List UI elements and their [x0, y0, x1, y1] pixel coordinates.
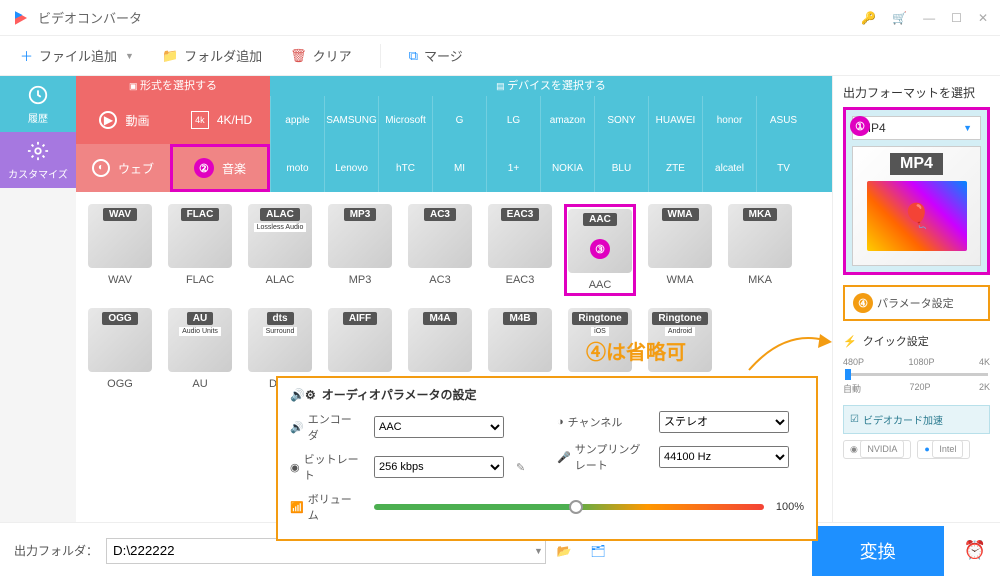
intel-badge: ● Intel [917, 440, 970, 459]
brand-apple[interactable]: apple [270, 96, 324, 144]
output-folder-label: 出力フォルダ： [14, 542, 98, 559]
brand-asus[interactable]: ASUS [756, 96, 810, 144]
samplerate-label: 🎤 サンプリングレート [557, 441, 647, 473]
resolution-slider[interactable]: 480P 1080P 4K 自動 720P 2K [843, 357, 990, 395]
brand-microsoft[interactable]: Microsoft [378, 96, 432, 144]
category-web[interactable]: ◐ウェブ [76, 144, 170, 192]
gear-icon [27, 140, 49, 162]
quick-settings: ⚡クイック設定 480P 1080P 4K 自動 720P 2K [843, 333, 990, 395]
maximize-button[interactable]: ☐ [951, 11, 962, 25]
gpu-badges: ◉ NVIDIA ● Intel [843, 440, 990, 459]
audio-params-panel: 🔊⚙ オーディオパラメータの設定 🔊 エンコーダ AAC ◉ ビットレート 25… [276, 376, 818, 541]
checkbox-icon: ☑ [850, 414, 859, 425]
format-mp3[interactable]: MP3MP3 [324, 204, 396, 296]
category-4k[interactable]: 4k4K/HD [173, 96, 270, 144]
sidebar: 履歴 カスタマイズ [0, 76, 76, 522]
category-music[interactable]: ② 音楽 [170, 144, 270, 192]
merge-button[interactable]: ⧉マージ [409, 46, 463, 65]
format-mka[interactable]: MKAMKA [724, 204, 796, 296]
step-2-badge: ② [194, 158, 214, 178]
brand-lenovo[interactable]: Lenovo [324, 144, 378, 192]
step-3-badge: ③ [590, 239, 610, 259]
format-alac[interactable]: ALACLossless AudioALAC [244, 204, 316, 296]
chevron-down-icon: ▼ [963, 123, 972, 133]
brand-samsung[interactable]: SAMSUNG [324, 96, 378, 144]
clear-button[interactable]: 🗑クリア [290, 46, 352, 65]
channel-label: ◑ チャンネル [557, 414, 647, 430]
gpu-acceleration-toggle[interactable]: ☑ ビデオカード加速 [843, 405, 990, 434]
speaker-gear-icon: 🔊⚙ [290, 388, 316, 402]
encoder-select[interactable]: AAC [374, 416, 504, 438]
edit-bitrate-icon[interactable]: ✎ [516, 461, 525, 474]
format-grid: WAVWAVFLACFLACALACLossless AudioALACMP3M… [76, 192, 832, 402]
format-flac[interactable]: FLACFLAC [164, 204, 236, 296]
brand-alcatel[interactable]: alcatel [702, 144, 756, 192]
annotation-4-optional: ④は省略可 [586, 336, 686, 365]
bitrate-label: ◉ ビットレート [290, 451, 362, 483]
nvidia-badge: ◉ NVIDIA [843, 440, 911, 459]
bitrate-select[interactable]: 256 kbps [374, 456, 504, 478]
brand-moto[interactable]: moto [270, 144, 324, 192]
tab-device[interactable]: ▤ デバイスを選択する [270, 76, 832, 96]
add-file-button[interactable]: ＋ファイル追加▼ [20, 46, 134, 65]
open-folder-button[interactable]: 📂 [551, 538, 577, 564]
brand-htc[interactable]: hTC [378, 144, 432, 192]
cart-icon[interactable]: 🛒 [892, 11, 907, 25]
format-eac3[interactable]: EAC3EAC3 [484, 204, 556, 296]
param-settings-button[interactable]: ④ パラメータ設定 [843, 285, 990, 321]
brand-grid: appleSAMSUNGMicrosoftGLGamazonSONYHUAWEI… [270, 96, 832, 192]
format-wav[interactable]: WAVWAV [84, 204, 156, 296]
audio-params-title: 🔊⚙ オーディオパラメータの設定 [290, 386, 804, 403]
convert-button[interactable]: 変換 [812, 526, 944, 576]
format-aac[interactable]: AAC③AAC [564, 204, 636, 296]
brand-sony[interactable]: SONY [594, 96, 648, 144]
key-icon[interactable]: 🔑 [861, 11, 876, 25]
titlebar: ビデオコンバータ 🔑 🛒 — ☐ ✕ [0, 0, 1000, 36]
minimize-button[interactable]: — [923, 11, 935, 25]
format-ac3[interactable]: AC3AC3 [404, 204, 476, 296]
format-au[interactable]: AUAudio UnitsAU [164, 308, 236, 390]
tab-format[interactable]: ▣ 形式を選択する [76, 76, 270, 96]
volume-label: 📶 ボリューム [290, 491, 362, 523]
bolt-icon: ⚡ [843, 335, 857, 348]
brand-honor[interactable]: honor [702, 96, 756, 144]
toolbar: ＋ファイル追加▼ 📁フォルダ追加 🗑クリア ⧉マージ [0, 36, 1000, 76]
left-panel: ▣ 形式を選択する ▶動画 4k4K/HD ◐ウェブ ② 音楽 ▤ デバイス [76, 76, 832, 522]
volume-value: 100% [776, 501, 804, 513]
step-4-badge: ④ [853, 293, 873, 313]
format-wma[interactable]: WMAWMA [644, 204, 716, 296]
volume-slider[interactable] [374, 504, 764, 510]
channel-select[interactable]: ステレオ [659, 411, 789, 433]
brand-zte[interactable]: ZTE [648, 144, 702, 192]
brand-lg[interactable]: LG [486, 96, 540, 144]
brand-nokia[interactable]: NOKIA [540, 144, 594, 192]
brand-huawei[interactable]: HUAWEI [648, 96, 702, 144]
close-button[interactable]: ✕ [978, 11, 988, 25]
sidebar-item-history[interactable]: 履歴 [0, 76, 76, 132]
brand-1+[interactable]: 1+ [486, 144, 540, 192]
step-1-badge: ① [850, 116, 870, 136]
samplerate-select[interactable]: 44100 Hz [659, 446, 789, 468]
app-logo-icon [12, 9, 30, 27]
format-preview: ① MP4 ▼ MP4 🎈 [843, 107, 990, 275]
browse-folder-button[interactable]: 🗂 [585, 538, 611, 564]
brand-amazon[interactable]: amazon [540, 96, 594, 144]
alarm-icon[interactable]: ⏰ [964, 540, 986, 561]
brand-mi[interactable]: MI [432, 144, 486, 192]
history-icon [27, 84, 49, 106]
brand-blu[interactable]: BLU [594, 144, 648, 192]
brand-tv[interactable]: TV [756, 144, 810, 192]
right-panel: 出力フォーマットを選択 ① MP4 ▼ MP4 🎈 ④ パラメータ設定 ⚡クイッ… [832, 76, 1000, 522]
add-folder-button[interactable]: 📁フォルダ追加 [162, 46, 262, 65]
app-title: ビデオコンバータ [38, 8, 861, 27]
category-video[interactable]: ▶動画 [76, 96, 173, 144]
format-selector[interactable]: MP4 ▼ [852, 116, 981, 140]
output-format-title: 出力フォーマットを選択 [843, 84, 990, 101]
format-thumbnail: MP4 🎈 [852, 146, 981, 266]
format-ogg[interactable]: OGGOGG [84, 308, 156, 390]
brand-g[interactable]: G [432, 96, 486, 144]
output-folder-input[interactable] [106, 538, 546, 564]
sidebar-item-customize[interactable]: カスタマイズ [0, 132, 76, 188]
encoder-label: 🔊 エンコーダ [290, 411, 362, 443]
